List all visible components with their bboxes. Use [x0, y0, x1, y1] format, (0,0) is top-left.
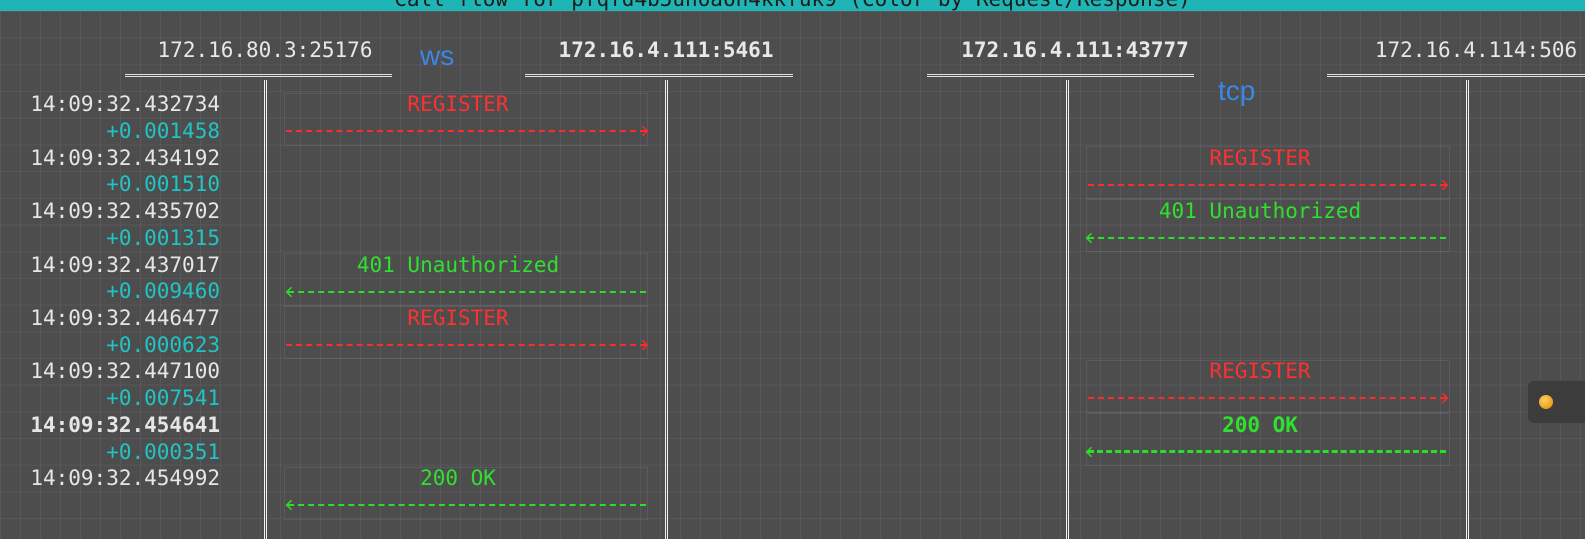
message-label[interactable]: REGISTER	[1209, 146, 1310, 170]
lifeline-1	[264, 80, 265, 539]
time-delta: +0.000623	[106, 333, 220, 357]
time-delta: +0.009460	[106, 279, 220, 303]
timestamp[interactable]: 14:09:32.432734	[30, 92, 220, 116]
time-delta: +0.000351	[106, 440, 220, 464]
message-label[interactable]: REGISTER	[1209, 359, 1310, 383]
host-header-1[interactable]: 172.16.80.3:25176	[130, 38, 400, 62]
host-underline-1	[125, 74, 392, 77]
time-delta: +0.001458	[106, 119, 220, 143]
arrow-left	[1088, 233, 1446, 243]
arrowhead-right-icon	[1438, 180, 1448, 190]
host-header-3[interactable]: 172.16.4.111:43777	[940, 38, 1210, 62]
arrowhead-right-icon	[1438, 393, 1448, 403]
message-label[interactable]: REGISTER	[407, 306, 508, 330]
arrow-right	[1088, 180, 1446, 190]
arrow-right	[1088, 393, 1446, 403]
arrowhead-right-icon	[638, 126, 648, 136]
protocol-label-ws: ws	[420, 40, 455, 71]
timestamp[interactable]: 14:09:32.434192	[30, 146, 220, 170]
arrow-right	[286, 340, 646, 350]
host-underline-4	[1327, 74, 1585, 77]
timestamp[interactable]: 14:09:32.435702	[30, 199, 220, 223]
title-bar: Call flow for pfqfd4b5un6a6n4kkfuk9 (Col…	[0, 0, 1585, 11]
timestamp[interactable]: 14:09:32.437017	[30, 253, 220, 277]
arrow-left	[288, 500, 646, 510]
time-delta: +0.001315	[106, 226, 220, 250]
host-header-4[interactable]: 172.16.4.114:506	[1341, 38, 1585, 62]
lifeline-4	[1466, 80, 1467, 539]
host-header-2[interactable]: 172.16.4.111:5461	[531, 38, 801, 62]
arrowhead-right-icon	[638, 340, 648, 350]
arrowhead-left-icon	[1086, 447, 1096, 457]
host-underline-2	[525, 74, 793, 77]
lifeline-2	[665, 80, 666, 539]
window-title: Call flow for pfqfd4b5un6a6n4kkfuk9 (Col…	[0, 0, 1585, 11]
time-delta: +0.001510	[106, 172, 220, 196]
host-underline-3	[927, 74, 1194, 77]
message-label[interactable]: 401 Unauthorized	[1159, 199, 1361, 223]
arrowhead-left-icon	[286, 287, 296, 297]
timestamp[interactable]: 14:09:32.447100	[30, 359, 220, 383]
floating-status-button[interactable]	[1528, 381, 1585, 423]
protocol-label-tcp: tcp	[1218, 75, 1256, 106]
message-label[interactable]: 200 OK	[420, 466, 496, 490]
timestamp[interactable]: 14:09:32.454992	[30, 466, 220, 490]
message-label[interactable]: 200 OK	[1222, 413, 1298, 437]
arrow-right	[286, 126, 646, 136]
status-dot-icon	[1539, 395, 1553, 409]
arrow-left	[1088, 447, 1446, 457]
arrowhead-left-icon	[1086, 233, 1096, 243]
arrow-left	[288, 287, 646, 297]
timestamp-selected[interactable]: 14:09:32.454641	[30, 413, 220, 437]
message-label[interactable]: 401 Unauthorized	[357, 253, 559, 277]
time-delta: +0.007541	[106, 386, 220, 410]
message-label[interactable]: REGISTER	[407, 92, 508, 116]
timestamp[interactable]: 14:09:32.446477	[30, 306, 220, 330]
arrowhead-left-icon	[286, 500, 296, 510]
lifeline-3	[1066, 80, 1067, 539]
